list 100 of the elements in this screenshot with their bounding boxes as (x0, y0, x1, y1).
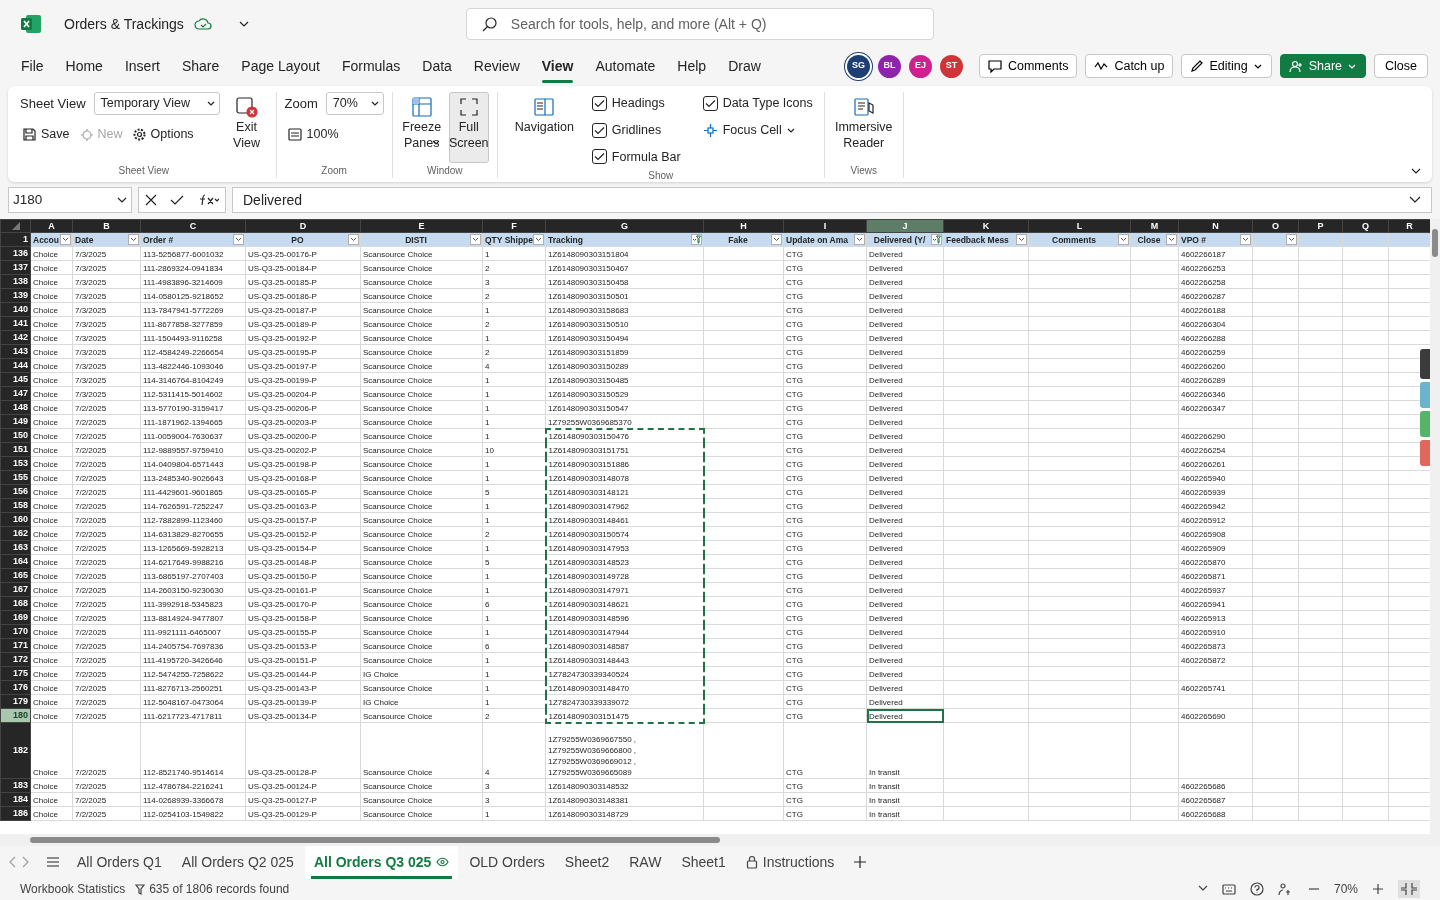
column-letter[interactable]: E (360, 219, 483, 233)
menu-tab[interactable]: Formulas (330, 49, 412, 83)
filter-button[interactable] (233, 234, 244, 245)
menu-tab[interactable]: Insert (113, 49, 171, 83)
close-button[interactable]: Close (1374, 54, 1428, 78)
sheet-tab[interactable]: Sheet1 (672, 845, 735, 879)
checkbox[interactable]: Data Type Icons (699, 92, 816, 115)
comments-button[interactable]: Comments (978, 54, 1078, 78)
column-letter[interactable]: O (1252, 219, 1299, 233)
navigation-button[interactable]: Navigation (511, 92, 577, 169)
collapse-ribbon-icon[interactable] (1410, 166, 1422, 176)
avatar[interactable]: BL (877, 54, 901, 78)
catch-up-button[interactable]: Catch up (1085, 54, 1174, 78)
fit-to-window-icon[interactable] (1398, 880, 1420, 898)
filter-button[interactable] (1016, 234, 1027, 245)
column-letter[interactable]: G (545, 219, 704, 233)
column-letter[interactable]: H (703, 219, 784, 233)
sheet-tab[interactable]: All Orders Q1 (68, 845, 171, 879)
menu-tab[interactable]: Data (411, 49, 463, 83)
sheet-tab[interactable]: All Orders Q2 025 (172, 845, 303, 879)
filter-button[interactable] (854, 234, 865, 245)
row-number[interactable]: 182 (0, 722, 31, 779)
menu-tab[interactable]: Help (666, 49, 718, 83)
chevron-down-icon[interactable] (237, 19, 250, 29)
zoom-in-icon[interactable] (1372, 883, 1384, 895)
checkbox[interactable]: Gridlines (588, 118, 684, 142)
vertical-scrollbar[interactable] (1430, 219, 1440, 834)
select-all-corner-icon[interactable] (11, 222, 20, 231)
full-screen-button[interactable]: Full Screen (448, 92, 489, 163)
table-cell: 114-2405754-7697836 (140, 638, 246, 653)
horizontal-scrollbar[interactable] (0, 834, 1440, 846)
table-cell[interactable]: Delivered (866, 708, 944, 723)
options-button[interactable]: Options (129, 123, 197, 146)
column-letter[interactable]: J (866, 219, 944, 233)
table-cell: 7/2/2025 (72, 582, 141, 597)
menu-tab[interactable]: Automate (584, 49, 667, 83)
exit-view-button[interactable]: Exit View (225, 92, 268, 163)
column-letter[interactable]: D (245, 219, 361, 233)
menu-tab[interactable]: View (530, 49, 585, 83)
checkbox[interactable]: Formula Bar (588, 145, 684, 169)
keyboard-icon[interactable] (1221, 883, 1236, 895)
avatar[interactable]: SG (846, 54, 870, 78)
sheet-tab[interactable]: All Orders Q3 025 (304, 845, 459, 879)
filter-button[interactable] (128, 234, 139, 245)
sheet-tab[interactable]: OLD Orders (460, 845, 554, 879)
freeze-panes-button[interactable]: Freeze Panes (400, 92, 443, 163)
all-sheets-menu-icon[interactable] (46, 856, 60, 868)
menu-tab[interactable]: Draw (717, 49, 772, 83)
column-letter[interactable]: Q (1342, 219, 1389, 233)
enter-check-icon[interactable] (170, 194, 184, 206)
column-letter[interactable]: R (1388, 219, 1430, 233)
column-letter[interactable]: P (1298, 219, 1343, 233)
filter-button[interactable] (1166, 234, 1177, 245)
expand-icon[interactable] (1409, 196, 1421, 204)
column-letter[interactable]: A (30, 219, 73, 233)
menu-tab[interactable]: Home (54, 49, 114, 83)
filter-button[interactable] (348, 234, 359, 245)
immersive-reader-button[interactable]: Immersive Reader (832, 92, 895, 163)
menu-tab[interactable]: Page Layout (230, 49, 331, 83)
zoom-select[interactable]: 70% (325, 92, 384, 115)
menu-tab[interactable]: Share (170, 49, 231, 83)
sheet-tab[interactable]: RAW (620, 845, 671, 879)
search-field[interactable]: Search for tools, help, and more (Alt + Q) (465, 8, 934, 40)
filter-button[interactable] (1118, 234, 1129, 245)
share-button[interactable]: Share (1279, 54, 1367, 78)
view-select[interactable]: Temporary View (93, 92, 220, 115)
help-icon[interactable] (1249, 882, 1264, 896)
sheet-tab[interactable]: Instructions (736, 845, 844, 879)
filter-button[interactable] (771, 234, 782, 245)
editing-button[interactable]: Editing (1181, 54, 1272, 78)
filter-button[interactable] (470, 234, 481, 245)
sheet-tab[interactable]: Sheet2 (555, 845, 619, 879)
menu-tab[interactable]: File (10, 49, 55, 83)
focus-cell-button[interactable]: Focus Cell (699, 118, 816, 142)
avatar[interactable]: ST (939, 54, 963, 78)
filter-button[interactable] (533, 234, 544, 245)
filter-button[interactable] (60, 234, 71, 245)
save-button[interactable]: Save (20, 123, 73, 146)
menu-tab[interactable]: Review (462, 49, 531, 83)
column-letter[interactable]: B (72, 219, 141, 233)
zoom-100-button[interactable]: 100% (284, 123, 384, 146)
filter-button[interactable] (1286, 234, 1297, 245)
add-sheet-icon[interactable] (853, 855, 868, 869)
avatar[interactable]: EJ (908, 54, 932, 78)
column-letter[interactable]: F (482, 219, 546, 233)
checkbox[interactable]: Headings (588, 92, 684, 115)
chevron-down-icon[interactable] (1197, 885, 1208, 893)
formula-field[interactable]: Delivered (232, 187, 1432, 213)
workbook-statistics-button[interactable]: Workbook Statistics (20, 880, 126, 898)
column-letter[interactable]: N (1178, 219, 1253, 233)
name-box[interactable]: J180 (8, 187, 132, 213)
filter-button[interactable] (931, 234, 942, 245)
column-letter[interactable]: K (943, 219, 1029, 233)
column-letter[interactable]: L (1028, 219, 1131, 233)
column-letter[interactable]: C (140, 219, 246, 233)
column-letter[interactable]: M (1130, 219, 1179, 233)
cancel-icon[interactable] (145, 194, 158, 206)
column-letter[interactable]: I (783, 219, 867, 233)
filter-button[interactable] (1240, 234, 1251, 245)
filter-button[interactable] (691, 234, 702, 245)
